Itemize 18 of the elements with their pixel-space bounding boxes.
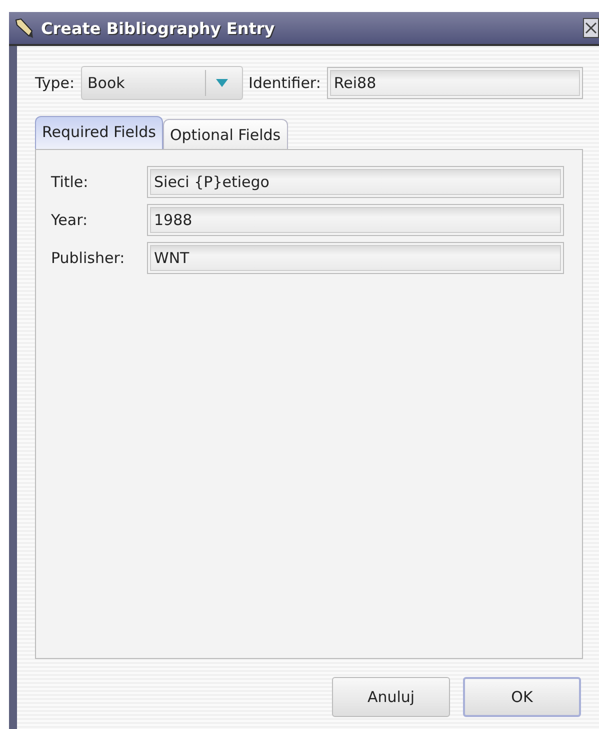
pen-icon xyxy=(13,17,35,39)
field-label: Title: xyxy=(51,173,90,191)
caret-icon xyxy=(216,79,228,87)
window-title: Create Bibliography Entry xyxy=(41,18,275,38)
cancel-button[interactable]: Anuluj xyxy=(332,677,450,717)
ok-button[interactable]: OK xyxy=(463,677,581,717)
field-label: Year: xyxy=(51,211,89,229)
tab[interactable]: Required Fields xyxy=(35,116,163,149)
field-label: Publisher: xyxy=(51,249,126,267)
input-field[interactable]: Sieci {P}etiego xyxy=(147,166,564,198)
close-icon[interactable] xyxy=(583,18,599,38)
identifier-field[interactable]: Rei88 xyxy=(326,67,583,99)
input-field[interactable]: 1988 xyxy=(147,204,564,236)
input-field[interactable]: WNT xyxy=(147,242,564,274)
type-dropdown[interactable]: Book xyxy=(80,66,243,100)
tab[interactable]: Optional Fields xyxy=(162,119,288,149)
type-label: Type: xyxy=(35,74,75,92)
identifier-label: Identifier: xyxy=(248,74,321,92)
